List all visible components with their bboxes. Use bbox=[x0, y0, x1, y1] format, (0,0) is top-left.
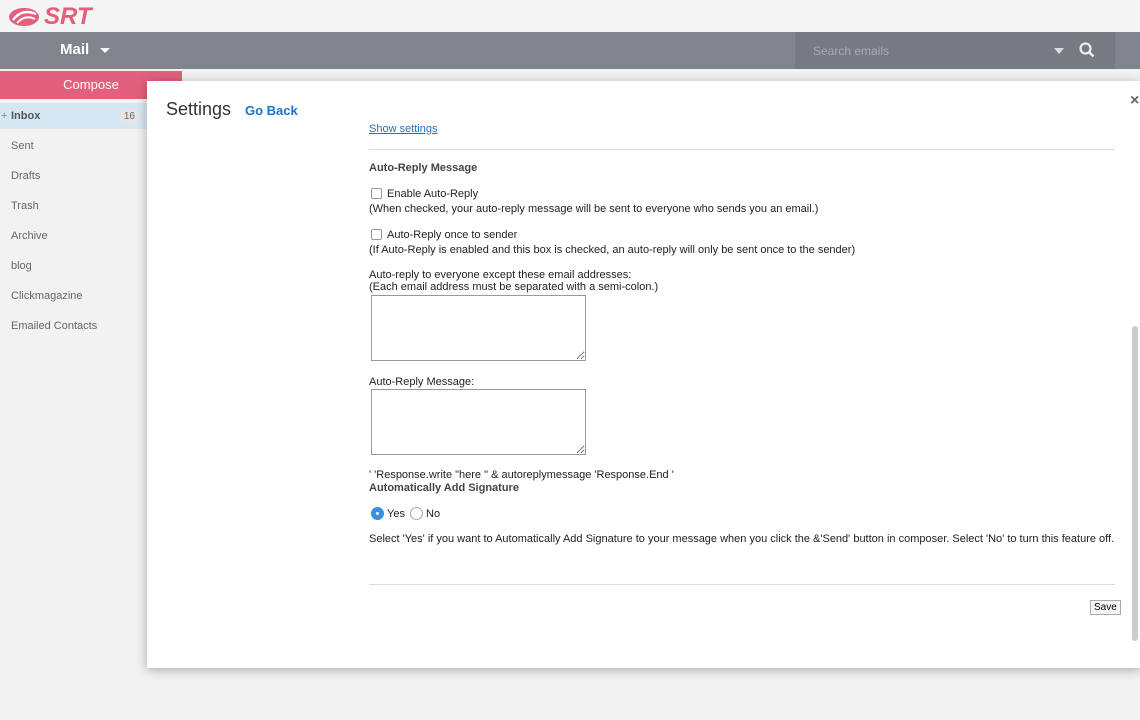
enable-auto-reply-label[interactable]: Enable Auto-Reply bbox=[387, 188, 478, 200]
go-back-link[interactable]: Go Back bbox=[245, 103, 298, 118]
save-button[interactable]: Save bbox=[1090, 600, 1121, 615]
unread-count-badge: 16 bbox=[118, 109, 140, 124]
sidebar-item-emailed-contacts[interactable]: Emailed Contacts bbox=[0, 313, 146, 339]
auto-reply-once-label[interactable]: Auto-Reply once to sender bbox=[387, 229, 517, 241]
signature-no-label[interactable]: No bbox=[426, 508, 440, 520]
signature-yes-radio[interactable] bbox=[371, 507, 384, 520]
sidebar-item-blog[interactable]: blog bbox=[0, 253, 146, 279]
sidebar-item-sent[interactable]: Sent bbox=[0, 133, 146, 159]
sidebar-item-archive[interactable]: Archive bbox=[0, 223, 146, 249]
show-settings-link[interactable]: Show settings bbox=[369, 123, 437, 135]
signature-no-radio[interactable] bbox=[410, 507, 423, 520]
sidebar-item-trash[interactable]: Trash bbox=[0, 193, 146, 219]
scrollbar[interactable] bbox=[1132, 326, 1138, 641]
code-text: ' 'Response.write "here " & autoreplymes… bbox=[369, 469, 674, 481]
sidebar-item-inbox[interactable]: + Inbox 16 bbox=[0, 103, 146, 129]
sidebar-item-drafts[interactable]: Drafts bbox=[0, 163, 146, 189]
search-icon[interactable] bbox=[1079, 42, 1095, 58]
search-box[interactable]: Search emails bbox=[795, 32, 1115, 69]
chevron-down-icon[interactable] bbox=[100, 48, 110, 53]
auto-reply-once-checkbox[interactable] bbox=[371, 229, 382, 240]
nav-bar: Mail Search emails bbox=[0, 32, 1140, 69]
top-bar: SRT bbox=[0, 0, 1140, 32]
signature-help: Select 'Yes' if you want to Automaticall… bbox=[369, 533, 1115, 545]
except-addresses-textarea[interactable] bbox=[371, 295, 586, 361]
enable-auto-reply-checkbox[interactable] bbox=[371, 188, 382, 199]
search-options-caret-icon[interactable] bbox=[1054, 48, 1064, 54]
auto-reply-message-textarea[interactable] bbox=[371, 389, 586, 455]
auto-reply-message-label: Auto-Reply Message: bbox=[369, 376, 475, 388]
divider bbox=[369, 149, 1115, 150]
divider bbox=[369, 584, 1115, 585]
signature-yes-label[interactable]: Yes bbox=[387, 508, 405, 520]
logo-text: SRT bbox=[44, 3, 92, 30]
except-label: Auto-reply to everyone except these emai… bbox=[369, 269, 632, 281]
enable-auto-reply-help: (When checked, your auto-reply message w… bbox=[369, 203, 819, 215]
signature-heading: Automatically Add Signature bbox=[369, 482, 519, 494]
except-help: (Each email address must be separated wi… bbox=[369, 281, 659, 293]
srt-logo[interactable]: SRT bbox=[8, 3, 92, 31]
auto-reply-once-help: (If Auto-Reply is enabled and this box i… bbox=[369, 244, 856, 256]
page-title: Settings bbox=[166, 99, 232, 119]
app-switcher[interactable]: Mail bbox=[60, 41, 89, 58]
close-icon[interactable]: × bbox=[1130, 92, 1139, 110]
search-input[interactable]: Search emails bbox=[813, 44, 889, 58]
expand-icon[interactable]: + bbox=[1, 103, 7, 129]
settings-modal: Settings Go Back × Show settings Auto-Re… bbox=[147, 81, 1140, 668]
sidebar-item-clickmagazine[interactable]: Clickmagazine bbox=[0, 283, 146, 309]
logo-swoosh-icon bbox=[9, 8, 39, 26]
auto-reply-heading: Auto-Reply Message bbox=[369, 162, 478, 174]
